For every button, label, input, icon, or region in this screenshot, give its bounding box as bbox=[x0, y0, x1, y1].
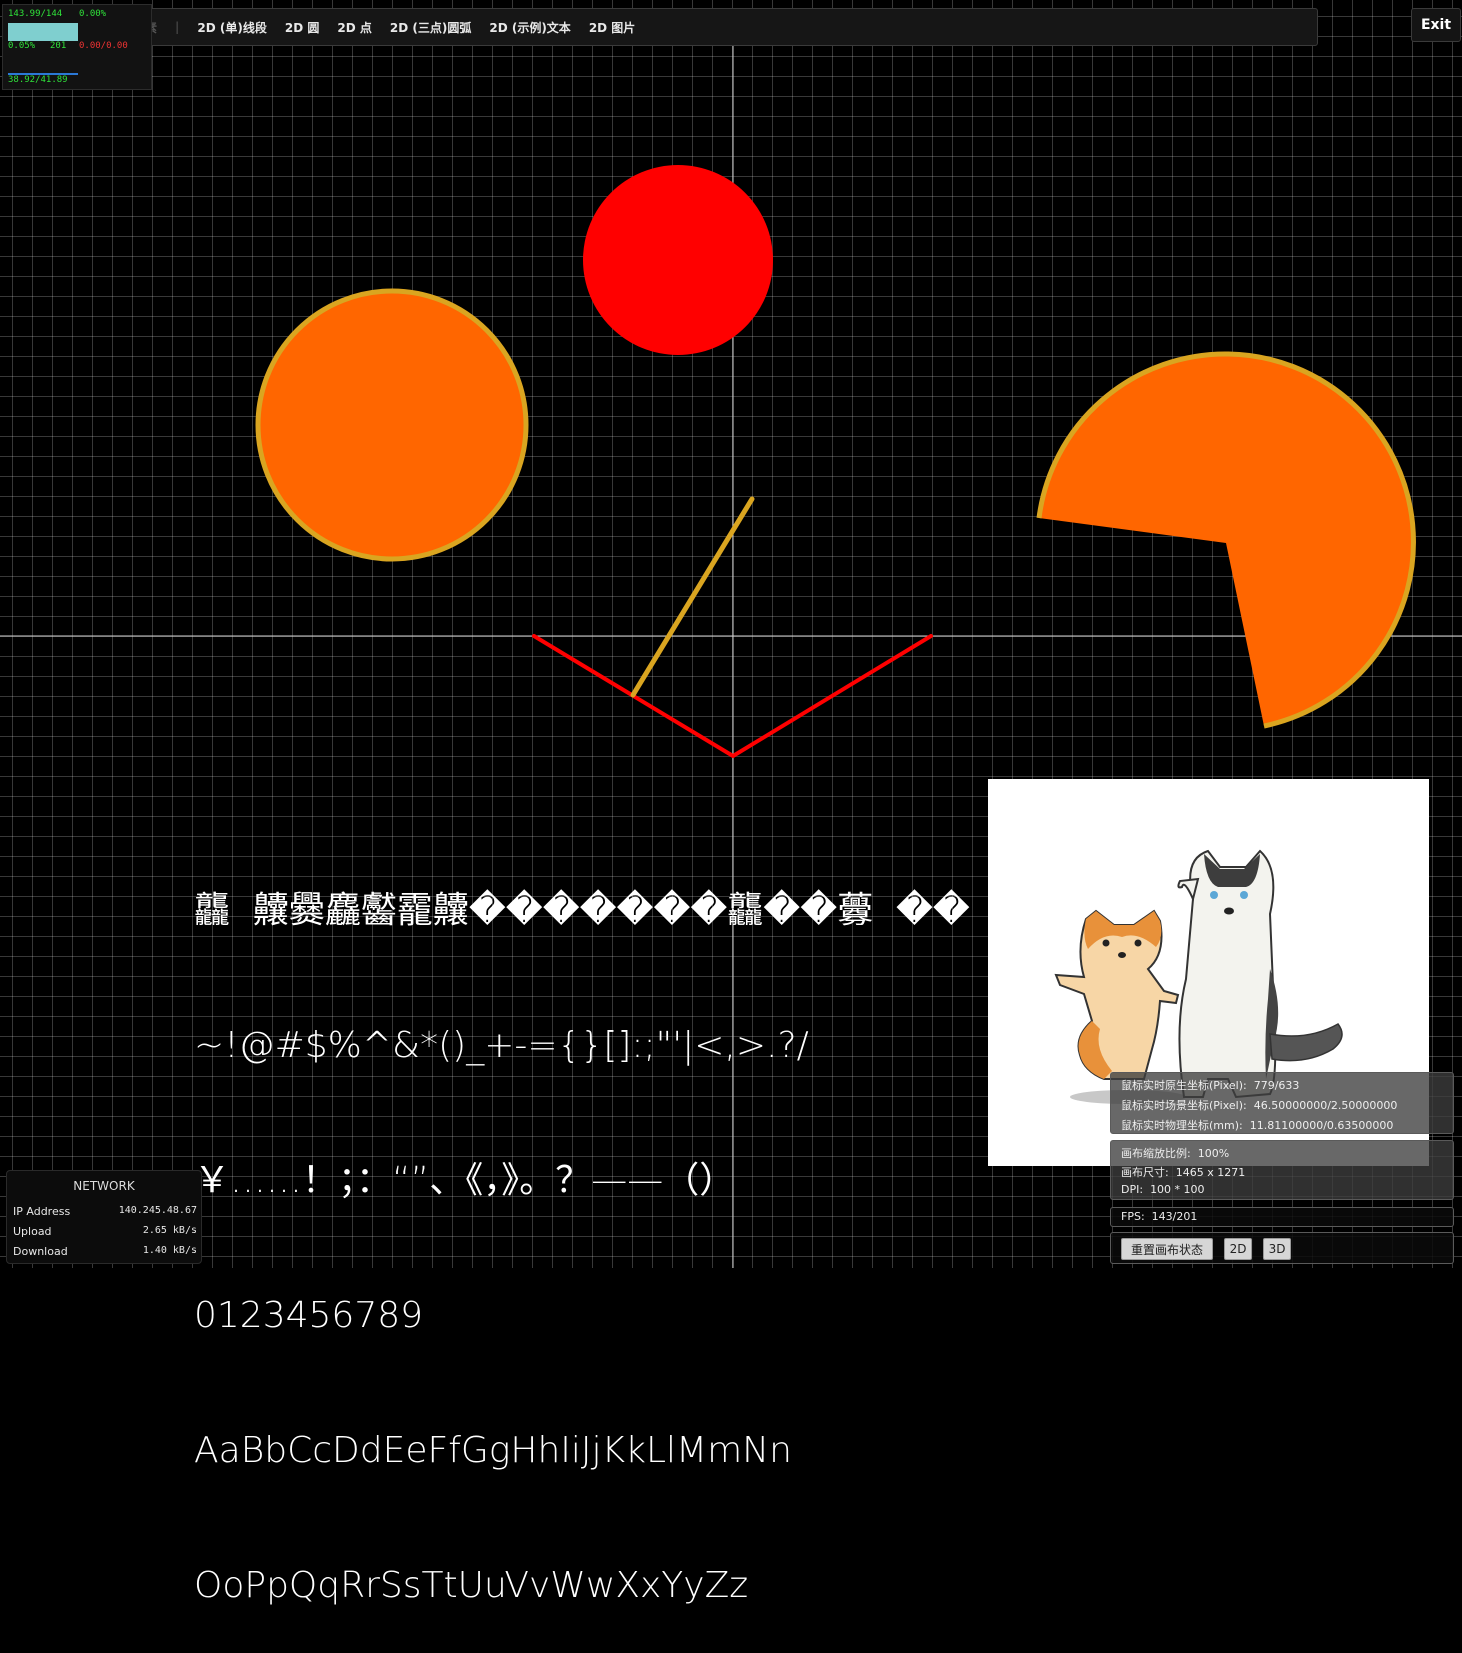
download-label: Download bbox=[13, 1245, 68, 1258]
zoom-label: 画布缩放比例: bbox=[1121, 1147, 1191, 1160]
canvas-size-value: 1465 x 1271 bbox=[1175, 1166, 1246, 1179]
perf-mem: 0.00/0.00 bbox=[79, 41, 128, 51]
gold-line-segment[interactable] bbox=[630, 496, 755, 698]
network-title: NETWORK bbox=[73, 1179, 135, 1193]
reset-canvas-button[interactable]: 重置画布状态 bbox=[1121, 1238, 1213, 1260]
red-circle[interactable] bbox=[583, 165, 773, 355]
raw-coord-label: 鼠标实时原生坐标(Pixel): bbox=[1121, 1079, 1247, 1092]
canvas-size-line: 画布尺寸: 1465 x 1271 bbox=[1121, 1164, 1245, 1180]
upload-label: Upload bbox=[13, 1225, 52, 1238]
toolbar-item-circle[interactable]: 2D 圆 bbox=[285, 19, 320, 36]
fps-line: FPS: 143/201 bbox=[1121, 1210, 1197, 1223]
raw-coord-value: 779/633 bbox=[1253, 1079, 1300, 1092]
ip-label: IP Address bbox=[13, 1205, 71, 1218]
text-line-alpha-2: OoPpQqRrSsTtUuVvWwXxYyZz bbox=[194, 1565, 749, 1606]
download-value: 1.40 kB/s bbox=[142, 1245, 197, 1256]
perf-time: 38.92/41.89 bbox=[8, 75, 68, 85]
text-line-cn-punct: ￥……！；：“”、《，》。？——（） bbox=[194, 1160, 736, 1201]
fps-label: FPS: bbox=[1121, 1210, 1145, 1223]
perf-pct2: 0.05% bbox=[8, 41, 36, 51]
toolbar-item-line[interactable]: 2D (单)线段 bbox=[197, 19, 266, 36]
text-line-alpha-1: AaBbCcDdEeFfGgHhIiJjKkLlMmNn bbox=[194, 1430, 792, 1471]
mode-2d-button[interactable]: 2D bbox=[1224, 1238, 1252, 1260]
ip-value: 140.245.48.67 bbox=[118, 1205, 197, 1216]
scene-coord-label: 鼠标实时场景坐标(Pixel): bbox=[1121, 1099, 1247, 1112]
zoom-value: 100% bbox=[1197, 1147, 1230, 1160]
mode-3d-button[interactable]: 3D bbox=[1263, 1238, 1291, 1260]
fps-value: 143/201 bbox=[1151, 1210, 1198, 1223]
perf-pct1: 0.00% bbox=[79, 9, 107, 19]
performance-monitor: 143.99/144 0.00% 0.05% 201 0.00/0.00 38.… bbox=[2, 4, 152, 90]
sample-text-block[interactable]: 龘 齉爨麤齾靇齉�������龘��虋 �� ~!@#$%^&*()_+-={}… bbox=[194, 798, 970, 1653]
canvas-info-panel: 画布缩放比例: 100% 画布尺寸: 1465 x 1271 DPI: 100 … bbox=[1110, 1140, 1454, 1200]
mouse-coords-panel: 鼠标实时原生坐标(Pixel): 779/633 鼠标实时场景坐标(Pixel)… bbox=[1110, 1072, 1454, 1134]
text-line-digits: 0123456789 bbox=[194, 1295, 424, 1336]
scene-coord-line: 鼠标实时场景坐标(Pixel): 46.50000000/2.50000000 bbox=[1121, 1097, 1397, 1113]
zoom-line: 画布缩放比例: 100% bbox=[1121, 1145, 1229, 1161]
scene-coord-value: 46.50000000/2.50000000 bbox=[1253, 1099, 1398, 1112]
exit-button[interactable]: Exit bbox=[1411, 8, 1461, 42]
network-ip-row: IP Address 140.245.48.67 bbox=[13, 1205, 197, 1218]
upload-value: 2.65 kB/s bbox=[142, 1225, 197, 1236]
text-line-symbols: ~!@#$%^&*()_+-={}[]:;"'|<,>.?/ bbox=[194, 1025, 809, 1066]
network-download-row: Download 1.40 kB/s bbox=[13, 1245, 197, 1258]
perf-fps: 143.99/144 bbox=[8, 9, 63, 19]
toolbar-item-point[interactable]: 2D 点 bbox=[337, 19, 372, 36]
phys-coord-line: 鼠标实时物理坐标(mm): 11.81100000/0.63500000 bbox=[1121, 1117, 1393, 1133]
phys-coord-value: 11.81100000/0.63500000 bbox=[1249, 1119, 1394, 1132]
toolbar-item-image[interactable]: 2D 图片 bbox=[589, 19, 636, 36]
network-panel: NETWORK IP Address 140.245.48.67 Upload … bbox=[6, 1170, 202, 1264]
fps-panel: FPS: 143/201 bbox=[1110, 1207, 1454, 1227]
text-line-cjk: 龘 齉爨麤齾靇齉�������龘��虋 �� bbox=[194, 890, 970, 931]
dpi-value: 100 * 100 bbox=[1150, 1183, 1205, 1196]
toolbar-separator: | bbox=[175, 20, 180, 34]
dpi-line: DPI: 100 * 100 bbox=[1121, 1183, 1205, 1196]
canvas-size-label: 画布尺寸: bbox=[1121, 1166, 1169, 1179]
phys-coord-label: 鼠标实时物理坐标(mm): bbox=[1121, 1119, 1243, 1132]
perf-fps-bar bbox=[8, 23, 78, 41]
draw-toolbar: 元素 | 2D (单)线段 2D 圆 2D 点 2D (三点)圆弧 2D (示例… bbox=[122, 8, 1318, 46]
dpi-label: DPI: bbox=[1121, 1183, 1144, 1196]
raw-coord-line: 鼠标实时原生坐标(Pixel): 779/633 bbox=[1121, 1077, 1299, 1093]
toolbar-item-arc[interactable]: 2D (三点)圆弧 bbox=[390, 19, 471, 36]
network-upload-row: Upload 2.65 kB/s bbox=[13, 1225, 197, 1238]
orange-circle[interactable] bbox=[255, 288, 529, 562]
perf-count: 201 bbox=[50, 41, 67, 51]
canvas-actions-panel: 重置画布状态 2D 3D bbox=[1110, 1232, 1454, 1264]
toolbar-item-text[interactable]: 2D (示例)文本 bbox=[489, 19, 570, 36]
